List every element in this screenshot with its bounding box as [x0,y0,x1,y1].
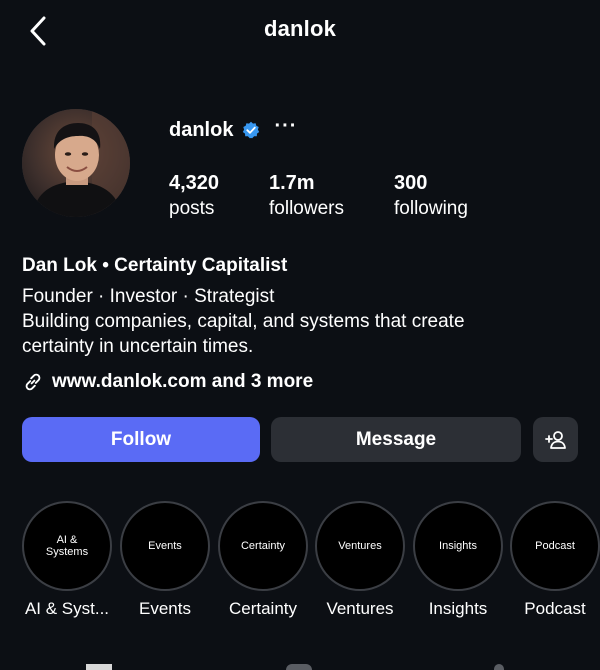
reels-tab-icon[interactable] [286,664,312,670]
avatar[interactable] [22,109,130,217]
highlight-cover: Insights [413,501,503,591]
bio-link[interactable]: www.danlok.com and 3 more [22,371,313,393]
highlight-label: Insights [428,599,488,618]
highlight-cover-text: Ventures [338,540,382,552]
highlight-label: AI & Syst... [24,599,110,618]
add-user-icon [544,430,566,449]
username-row: danlok ··· [169,116,297,142]
verified-badge-icon [243,121,260,139]
page-title: danlok [263,16,337,41]
top-bar: danlok [0,0,600,64]
profile-photo [22,109,130,217]
link-icon [25,373,41,391]
highlight-cover-text: Insights [439,540,477,552]
highlight-label: Events [139,599,191,618]
highlight-cover-text: Events [148,540,182,552]
highlight-cover: Ventures [315,501,405,591]
more-options-icon[interactable]: ··· [274,116,297,140]
bio-line: Founder · Investor · Strategist [22,286,275,307]
highlight-ventures[interactable]: Ventures Ventures [313,501,407,619]
stat-following[interactable]: 300 following [394,171,468,221]
followers-label: followers [269,198,344,219]
highlight-insights[interactable]: Insights Insights [411,501,505,619]
highlight-label: Certainty [228,599,298,618]
bio-line: certainty in uncertain times. [22,336,254,357]
highlight-cover: Certainty [218,501,308,591]
highlight-cover: Podcast [510,501,600,591]
follow-button[interactable]: Follow [22,417,260,462]
highlight-label: Ventures [326,599,394,618]
username: danlok [169,118,234,141]
stat-followers[interactable]: 1.7m followers [269,171,344,221]
following-label: following [394,198,468,219]
highlight-cover-text: Certainty [240,540,286,552]
grid-tab-icon[interactable] [86,664,112,670]
link-text: www.danlok.com and 3 more [52,371,314,392]
stat-posts: 4,320 posts [169,171,219,221]
posts-label: posts [169,198,215,219]
highlight-ai-systems[interactable]: AI & Systems AI & Syst... [20,501,114,619]
highlight-certainty[interactable]: Certainty Certainty [216,501,310,619]
profile-page: danlok danlok ··· 4,320 posts 1.7m follo… [0,0,600,670]
tagged-tab-icon[interactable] [494,664,504,670]
highlight-cover-text: Podcast [535,540,575,552]
followers-count: 1.7m [269,172,315,194]
bio-line: Building companies, capital, and systems… [22,311,465,332]
highlight-cover: Events [120,501,210,591]
message-button[interactable]: Message [271,417,521,462]
highlight-cover-text: AI & Systems [45,534,89,558]
posts-count: 4,320 [169,172,220,194]
following-count: 300 [394,172,428,194]
bio-name: Dan Lok • Certainty Capitalist [22,255,288,276]
suggest-users-button[interactable] [533,417,578,462]
highlight-cover: AI & Systems [22,501,112,591]
highlight-events[interactable]: Events Events [118,501,212,619]
highlight-label: Podcast [524,599,586,618]
highlight-podcast[interactable]: Podcast Podcast [508,501,600,619]
